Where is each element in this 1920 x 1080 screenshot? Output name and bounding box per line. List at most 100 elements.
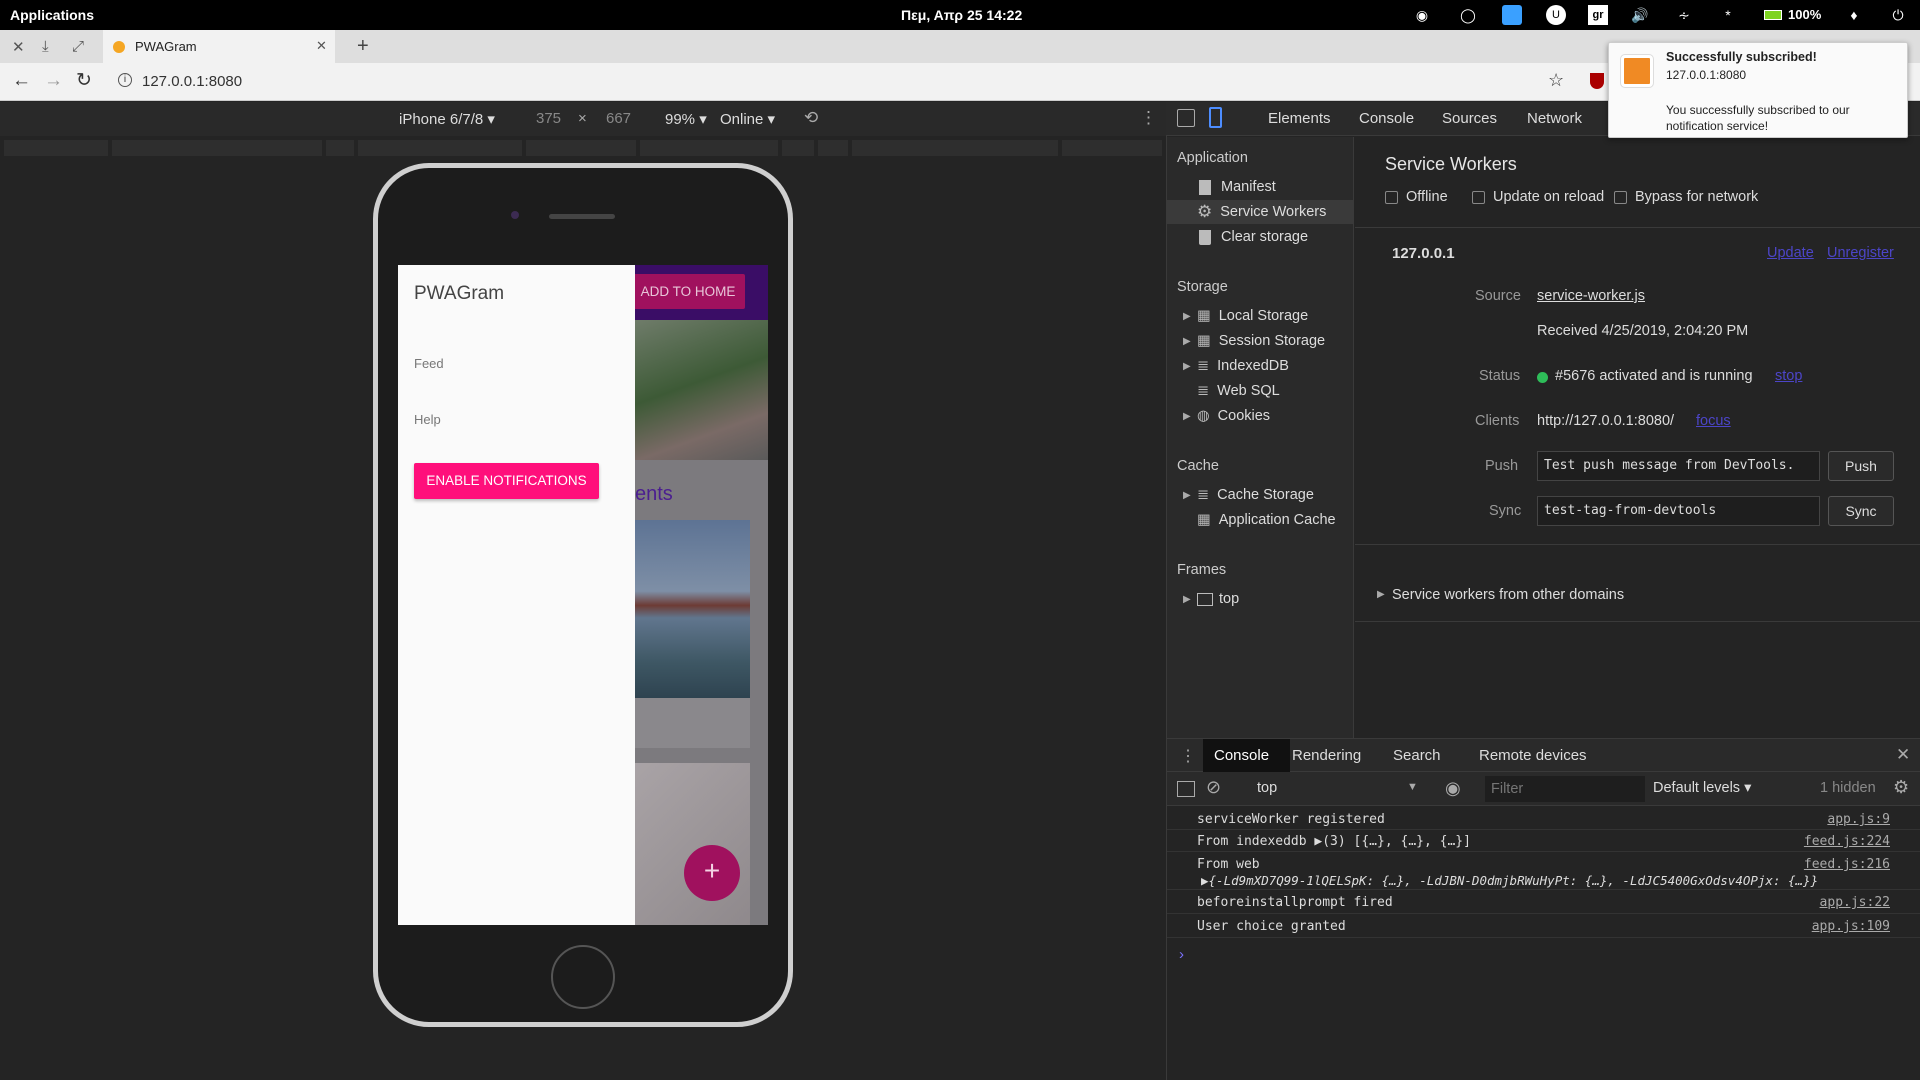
- system-clock[interactable]: Πεμ, Απρ 25 14:22: [901, 7, 1022, 23]
- new-tab-button[interactable]: +: [357, 35, 369, 58]
- sidebar-item-service-workers[interactable]: ⚙ Service Workers: [1167, 200, 1353, 224]
- sidebar-toggle-icon[interactable]: [1177, 781, 1195, 797]
- offline-checkbox[interactable]: Offline: [1385, 189, 1448, 205]
- home-button[interactable]: [551, 945, 615, 1009]
- source-file-link[interactable]: service-worker.js: [1537, 288, 1645, 304]
- inspect-element-icon[interactable]: [1177, 109, 1195, 127]
- sidebar-item-session-storage[interactable]: ▶ ▦ Session Storage: [1167, 329, 1353, 353]
- sidebar-item-indexeddb[interactable]: ▶ ≣ IndexedDB: [1167, 354, 1353, 378]
- chat-icon[interactable]: [1502, 5, 1522, 25]
- bell-icon[interactable]: ♦: [1844, 5, 1864, 25]
- applications-menu[interactable]: Applications: [10, 7, 94, 23]
- drawer-tab-search[interactable]: Search: [1393, 747, 1441, 764]
- console-source-link[interactable]: app.js:109: [1812, 919, 1890, 934]
- bypass-for-network-checkbox[interactable]: Bypass for network: [1614, 189, 1758, 205]
- minimize-icon[interactable]: ⤓: [42, 38, 49, 55]
- sidebar-item-application-cache[interactable]: ▦ Application Cache: [1167, 508, 1353, 532]
- volume-icon[interactable]: 🔊: [1630, 5, 1650, 25]
- sidebar-item-clear-storage[interactable]: Clear storage: [1167, 225, 1353, 249]
- tab-sources[interactable]: Sources: [1442, 110, 1497, 127]
- drawer-tab-console[interactable]: Console: [1214, 747, 1269, 764]
- tab-elements[interactable]: Elements: [1268, 110, 1331, 127]
- expand-arrow-icon[interactable]: ▶: [1183, 594, 1195, 605]
- bookmark-star-icon[interactable]: ☆: [1548, 70, 1564, 91]
- power-icon[interactable]: ⏻: [1888, 5, 1908, 25]
- expand-arrow-icon[interactable]: ▶: [1183, 361, 1195, 372]
- close-window-icon[interactable]: ✕: [12, 38, 25, 56]
- other-domains-toggle[interactable]: Service workers from other domains: [1392, 587, 1624, 603]
- address-bar[interactable]: 127.0.0.1:8080: [142, 73, 242, 90]
- checkbox-box[interactable]: [1385, 190, 1398, 204]
- checkbox-box[interactable]: [1614, 190, 1627, 204]
- notification-popup[interactable]: Successfully subscribed! 127.0.0.1:8080 …: [1608, 42, 1908, 138]
- sync-button[interactable]: Sync: [1828, 496, 1894, 526]
- drawer-item-feed[interactable]: Feed: [414, 356, 444, 371]
- add-to-home-button[interactable]: ADD TO HOME: [631, 274, 745, 309]
- info-icon[interactable]: i: [118, 73, 132, 87]
- device-toggle-icon[interactable]: [1209, 107, 1222, 128]
- console-filter-input[interactable]: [1485, 776, 1645, 802]
- expand-arrow-icon[interactable]: ▶: [1377, 589, 1385, 600]
- sidebar-item-web-sql[interactable]: ≣ Web SQL: [1167, 379, 1353, 403]
- maximize-icon[interactable]: ⤢: [72, 38, 84, 55]
- sidebar-item-manifest[interactable]: Manifest: [1167, 175, 1353, 199]
- tab-network[interactable]: Network: [1527, 110, 1582, 127]
- more-options-icon[interactable]: ⋮: [1140, 108, 1157, 128]
- back-icon[interactable]: ←: [12, 70, 31, 92]
- rotate-icon[interactable]: ⟲: [804, 108, 818, 128]
- log-levels-select[interactable]: Default levels ▾: [1653, 780, 1751, 796]
- forward-icon[interactable]: →: [44, 70, 63, 92]
- console-source-link[interactable]: feed.js:216: [1804, 857, 1890, 872]
- console-source-link[interactable]: app.js:9: [1827, 812, 1890, 827]
- unregister-link[interactable]: Unregister: [1827, 245, 1894, 261]
- media-query-ruler[interactable]: [4, 140, 1162, 156]
- console-prompt[interactable]: ›: [1167, 940, 1920, 1080]
- console-source-link[interactable]: feed.js:224: [1804, 834, 1890, 849]
- u-app-icon[interactable]: U: [1546, 5, 1566, 25]
- console-message-text[interactable]: From indexeddb ▶(3) [{…}, {…}, {…}]: [1197, 834, 1471, 849]
- device-select[interactable]: iPhone 6/7/8 ▾: [399, 110, 495, 128]
- enable-notifications-button[interactable]: ENABLE NOTIFICATIONS: [414, 463, 599, 499]
- fab-add-button[interactable]: +: [684, 845, 740, 901]
- discord-icon[interactable]: ◉: [1412, 5, 1432, 25]
- update-link[interactable]: Update: [1767, 245, 1814, 261]
- drawer-tab-rendering[interactable]: Rendering: [1292, 747, 1361, 764]
- reload-icon[interactable]: ↻: [76, 69, 92, 92]
- height-field[interactable]: 667: [606, 110, 631, 127]
- expand-arrow-icon[interactable]: ▶: [1183, 311, 1195, 322]
- drawer-item-help[interactable]: Help: [414, 412, 441, 427]
- console-settings-gear-icon[interactable]: ⚙: [1893, 777, 1909, 798]
- tab-console[interactable]: Console: [1359, 110, 1414, 127]
- zoom-select[interactable]: 99% ▾: [665, 110, 707, 128]
- context-select[interactable]: top: [1257, 780, 1277, 796]
- clear-console-icon[interactable]: ⊘: [1206, 777, 1221, 798]
- lightbulb-icon[interactable]: ◯: [1458, 5, 1478, 25]
- console-source-link[interactable]: app.js:22: [1820, 895, 1890, 910]
- expand-arrow-icon[interactable]: ▶: [1183, 490, 1195, 501]
- eye-icon[interactable]: ◉: [1445, 778, 1461, 799]
- focus-link[interactable]: focus: [1696, 413, 1731, 429]
- close-drawer-icon[interactable]: ✕: [1896, 745, 1910, 765]
- close-tab-icon[interactable]: ✕: [316, 38, 327, 54]
- sidebar-item-cache-storage[interactable]: ▶ ≣ Cache Storage: [1167, 483, 1353, 507]
- expand-arrow-icon[interactable]: ▶: [1183, 336, 1195, 347]
- sidebar-item-frame-top[interactable]: ▶ top: [1167, 587, 1353, 611]
- tab-pwagram[interactable]: PWAGram ✕: [103, 30, 335, 63]
- network-select[interactable]: Online ▾: [720, 110, 775, 128]
- ublock-icon[interactable]: [1590, 73, 1604, 89]
- bluetooth-icon[interactable]: *: [1718, 5, 1738, 25]
- sidebar-item-local-storage[interactable]: ▶ ▦ Local Storage: [1167, 304, 1353, 328]
- push-button[interactable]: Push: [1828, 451, 1894, 481]
- drawer-menu-icon[interactable]: ⋮: [1180, 746, 1196, 766]
- checkbox-box[interactable]: [1472, 190, 1485, 204]
- expand-arrow-icon[interactable]: ▶: [1183, 411, 1195, 422]
- sidebar-item-cookies[interactable]: ▶ ◍ Cookies: [1167, 404, 1353, 428]
- width-field[interactable]: 375: [536, 110, 561, 127]
- push-message-input[interactable]: Test push message from DevTools.: [1537, 451, 1820, 481]
- context-dropdown-icon[interactable]: ▼: [1407, 781, 1418, 793]
- wifi-icon[interactable]: ∻: [1674, 5, 1694, 25]
- console-object-preview[interactable]: ▶{-Ld9mXD7Q99-1lQELSpK: {…}, -LdJBN-D0dm…: [1201, 873, 1818, 888]
- stop-link[interactable]: stop: [1775, 368, 1802, 384]
- drawer-tab-remote-devices[interactable]: Remote devices: [1479, 747, 1587, 764]
- gr-app-icon[interactable]: gr: [1588, 5, 1608, 25]
